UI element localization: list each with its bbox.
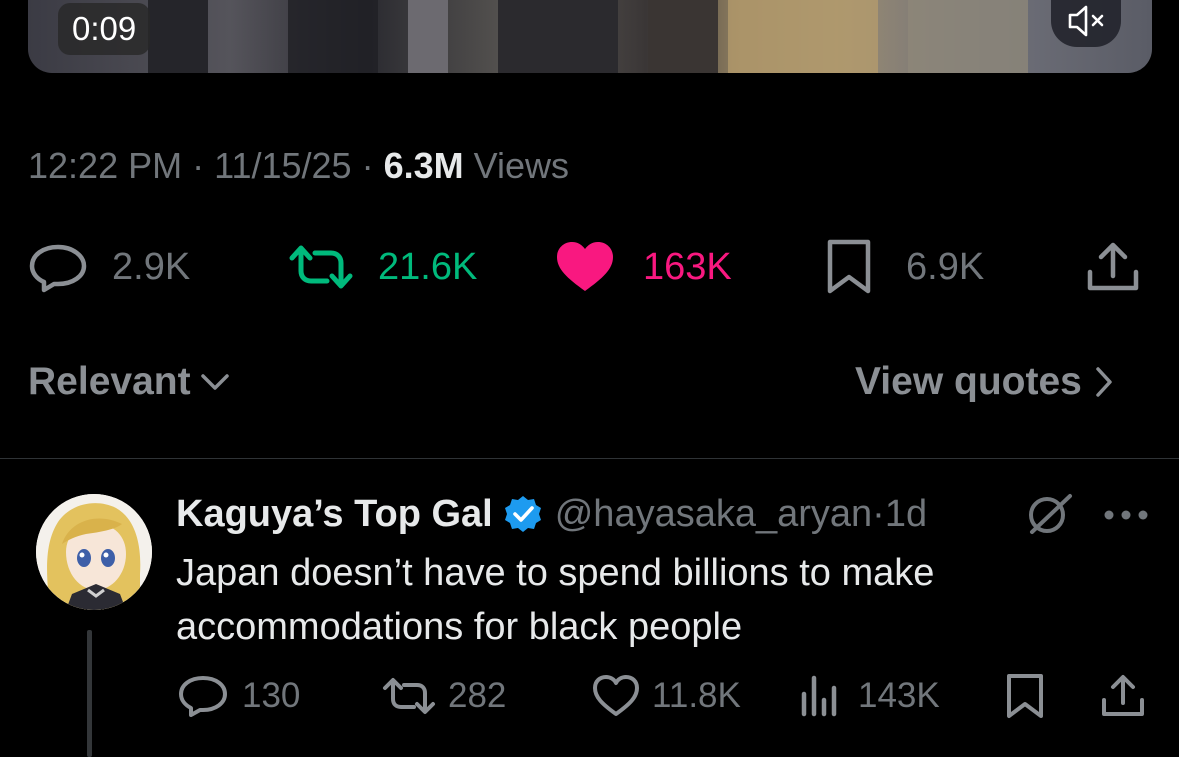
thread-line [87, 630, 92, 757]
speaker-muted-icon [1068, 5, 1104, 37]
tweet-time: 12:22 PM [28, 145, 183, 186]
chevron-down-icon [200, 374, 229, 390]
sort-label: Relevant [28, 360, 191, 403]
bookmark-action[interactable]: 6.9K [826, 239, 985, 294]
views-label: Views [463, 145, 569, 186]
analytics-icon [801, 675, 837, 717]
chevron-right-icon [1096, 367, 1112, 397]
share-button[interactable] [1086, 241, 1140, 293]
reply-views-action[interactable]: 143K [800, 673, 940, 719]
reply-repost-count: 282 [448, 676, 507, 715]
like-action[interactable]: 163K [555, 241, 732, 293]
video-timestamp: 0:09 [58, 3, 151, 55]
user-handle[interactable]: @hayasaka_aryan [555, 493, 872, 536]
heart-filled-icon [557, 242, 613, 291]
sort-dropdown[interactable]: Relevant [28, 360, 231, 404]
heart-outline-icon [593, 675, 639, 716]
reply-text: Japan doesn’t have to spend billions to … [176, 552, 935, 648]
video-player[interactable] [28, 0, 1152, 73]
bookmark-icon [827, 239, 871, 294]
repost-action[interactable]: 21.6K [288, 241, 477, 293]
divider [0, 458, 1179, 459]
avatar-illustration [36, 494, 152, 610]
repost-icon [289, 245, 353, 289]
display-name[interactable]: Kaguya’s Top Gal [176, 493, 493, 536]
bookmark-count: 6.9K [906, 245, 985, 288]
grok-button[interactable] [1024, 492, 1074, 541]
tweet-meta: 12:22 PM · 11/15/25 · 6.3M Views [28, 145, 569, 187]
meta-separator: · [351, 145, 384, 186]
reply-header: Kaguya’s Top Gal @hayasaka_aryan · 1d [176, 489, 927, 539]
reply-icon [29, 244, 87, 293]
meta-separator: · [182, 145, 215, 186]
more-dots-icon [1104, 510, 1148, 520]
reply-action[interactable]: 2.9K [28, 241, 190, 293]
bookmark-icon [1007, 674, 1043, 718]
reply-count: 2.9K [112, 245, 191, 288]
reply-icon [179, 676, 227, 717]
repost-count: 21.6K [378, 245, 478, 288]
reply-reply-action[interactable]: 130 [178, 673, 300, 719]
repost-icon [383, 678, 435, 714]
views-count: 6.3M [383, 145, 464, 186]
reply-bookmark-button[interactable] [1006, 673, 1044, 719]
reply-like-action[interactable]: 11.8K [592, 673, 741, 719]
reply-views-count: 143K [858, 676, 940, 715]
mute-button[interactable] [1051, 0, 1121, 47]
reply-reply-count: 130 [242, 676, 301, 715]
reply-like-count: 11.8K [652, 676, 741, 715]
view-quotes-label: View quotes [855, 360, 1082, 403]
reply-time: 1d [884, 492, 928, 535]
view-quotes-link[interactable]: View quotes [855, 360, 1114, 404]
video-timestamp-text: 0:09 [72, 10, 137, 47]
reply-repost-action[interactable]: 282 [382, 673, 506, 719]
grok-icon [1029, 494, 1072, 534]
avatar[interactable] [36, 494, 152, 610]
tweet-date: 11/15/25 [214, 145, 352, 186]
like-count: 163K [643, 245, 732, 288]
share-icon [1102, 675, 1144, 716]
share-icon [1087, 242, 1139, 291]
verified-badge-icon [504, 496, 541, 532]
more-options-button[interactable] [1103, 508, 1149, 527]
meta-separator: · [872, 492, 885, 535]
reply-share-button[interactable] [1100, 673, 1146, 719]
